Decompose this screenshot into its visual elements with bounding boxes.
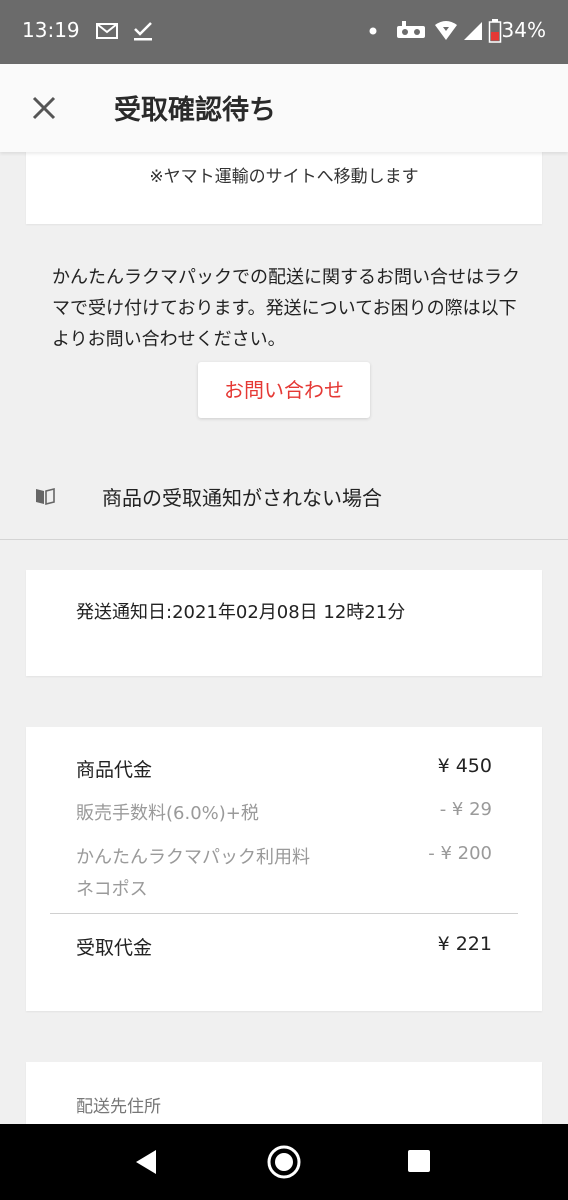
battery-icon <box>488 19 502 43</box>
shipping-fee-value: - ¥ 200 <box>428 843 492 864</box>
section-divider <box>0 539 568 540</box>
contact-button[interactable]: お問い合わせ <box>198 362 370 418</box>
summary-divider <box>50 913 518 914</box>
task-done-icon <box>134 22 152 41</box>
yamato-note: ※ヤマト運輸のサイトへ移動します <box>149 167 419 187</box>
yamato-link-card[interactable]: ※ヤマト運輸のサイトへ移動します <box>26 150 542 224</box>
item-price-value: ¥ 450 <box>437 755 492 777</box>
address-label: 配送先住所 <box>76 1097 161 1117</box>
system-nav-bar <box>0 1124 568 1200</box>
shipment-date-card: 発送通知日:2021年02月08日 12時21分 <box>26 570 542 676</box>
notification-dot-icon <box>369 27 377 35</box>
app-bar: 受取確認待ち <box>0 64 568 152</box>
shipping-method: ネコポス <box>76 879 148 900</box>
fee-label: 販売手数料(6.0%)+税 <box>76 803 259 824</box>
recents-icon[interactable] <box>406 1148 432 1174</box>
fee-value: - ¥ 29 <box>439 799 492 820</box>
page-title: 受取確認待ち <box>114 95 276 126</box>
battery-percentage: 34% <box>501 18 546 42</box>
shipping-fee-label: かんたんラクマパック利用料 <box>76 847 310 868</box>
back-icon[interactable] <box>132 1146 160 1178</box>
total-value: ¥ 221 <box>437 933 492 955</box>
item-price-label: 商品代金 <box>76 759 153 781</box>
mail-icon <box>96 23 118 39</box>
book-icon <box>36 487 55 506</box>
close-icon[interactable] <box>28 92 60 124</box>
total-label: 受取代金 <box>76 937 153 959</box>
status-time: 13:19 <box>22 18 80 42</box>
wifi-icon <box>435 21 457 40</box>
not-notified-link[interactable]: 商品の受取通知がされない場合 <box>102 482 382 511</box>
contact-description: かんたんラクマパックでの配送に関するお問い合せはラクマで受け付けております。発送… <box>52 267 520 350</box>
cell-signal-icon <box>464 22 482 40</box>
status-bar: 13:19 34% <box>0 0 568 64</box>
shipment-date: 発送通知日:2021年02月08日 12時21分 <box>76 602 406 623</box>
home-icon[interactable] <box>266 1144 302 1180</box>
voicemail-icon <box>397 21 425 38</box>
price-summary-card: 商品代金 ¥ 450 販売手数料(6.0%)+税 - ¥ 29 かんたんラクマパ… <box>26 727 542 1011</box>
